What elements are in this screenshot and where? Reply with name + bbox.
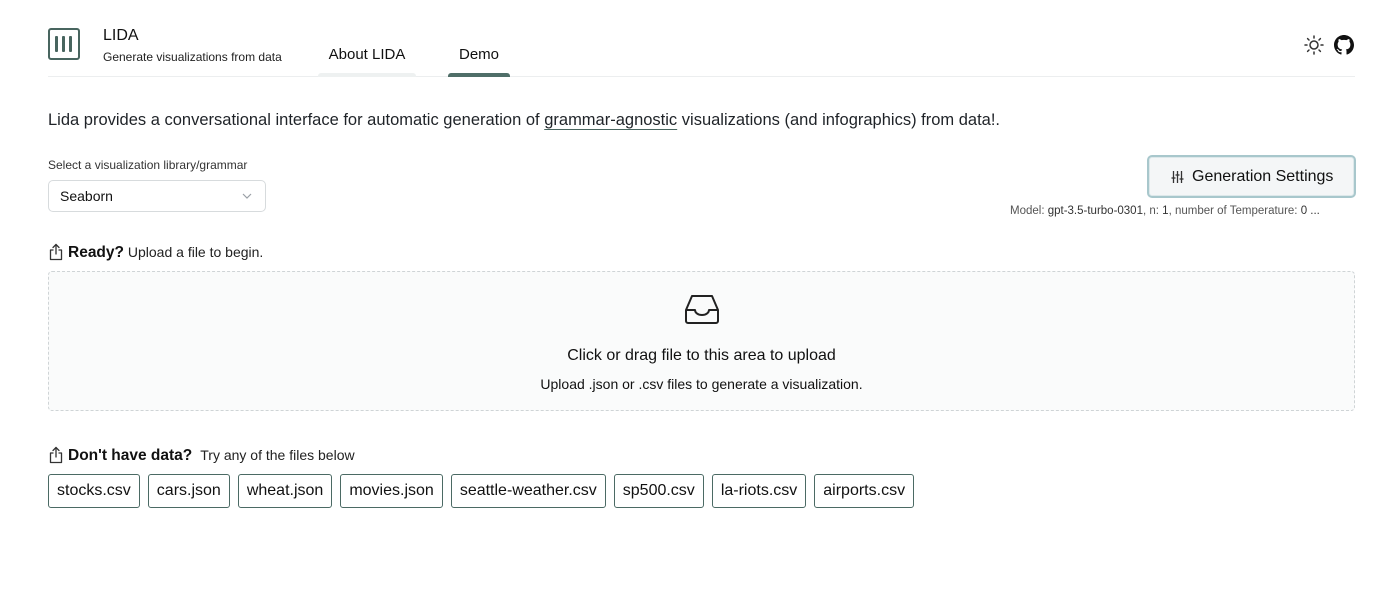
dropzone-main-text: Click or drag file to this area to uploa… — [567, 347, 836, 364]
tab-demo[interactable]: Demo — [448, 46, 510, 77]
sample-files-list: stocks.csv cars.json wheat.json movies.j… — [48, 474, 915, 508]
temperature-value: 0 ... — [1300, 205, 1320, 217]
ready-strong: Ready? — [68, 244, 124, 261]
tab-label: About LIDA — [328, 46, 406, 63]
n-prefix: , n: — [1142, 205, 1163, 217]
sample-data-strong: Don't have data? — [68, 447, 193, 464]
generation-settings-label: Generation Settings — [1192, 168, 1334, 185]
sun-icon[interactable] — [1304, 35, 1324, 55]
library-select[interactable]: Seaborn — [48, 180, 266, 212]
sample-file-wheat[interactable]: wheat.json — [237, 474, 333, 508]
ready-text: Upload a file to begin. — [124, 244, 264, 260]
sample-file-sp500[interactable]: sp500.csv — [613, 474, 704, 508]
sample-file-stocks[interactable]: stocks.csv — [48, 474, 140, 508]
sliders-icon — [1171, 171, 1184, 183]
upload-share-icon — [49, 243, 63, 261]
model-prefix: Model: — [1010, 205, 1048, 217]
sample-file-la-riots[interactable]: la-riots.csv — [711, 474, 807, 508]
library-select-label: Select a visualization library/grammar — [48, 158, 248, 172]
tab-underline — [318, 73, 416, 77]
library-select-value: Seaborn — [60, 188, 113, 204]
ready-heading: Ready? Upload a file to begin. — [48, 243, 263, 262]
sample-file-cars[interactable]: cars.json — [147, 474, 230, 508]
share-icon — [49, 446, 63, 464]
model-settings-summary: Model: gpt-3.5-turbo-0301, n: 1, number … — [1010, 205, 1356, 217]
generation-settings-button[interactable]: Generation Settings — [1147, 155, 1356, 198]
chevron-down-icon — [242, 193, 252, 199]
inbox-icon — [685, 295, 719, 324]
dropzone-hint-text: Upload .json or .csv files to generate a… — [540, 376, 863, 392]
logo-bars-icon[interactable] — [48, 28, 80, 60]
model-value: gpt-3.5-turbo-0301 — [1047, 205, 1143, 217]
sample-file-seattle-weather[interactable]: seattle-weather.csv — [450, 474, 606, 508]
intro-text: Lida provides a conversational interface… — [48, 111, 1000, 130]
sample-data-text: Try any of the files below — [200, 447, 355, 463]
intro-after: visualizations (and infographics) from d… — [677, 111, 1001, 129]
active-tab-underline — [448, 73, 510, 77]
sample-data-heading: Don't have data? Try any of the files bel… — [48, 446, 355, 465]
app-title: LIDA — [103, 27, 139, 44]
grammar-agnostic-link[interactable]: grammar-agnostic — [544, 111, 677, 129]
app-subtitle: Generate visualizations from data — [103, 50, 282, 64]
header: LIDA Generate visualizations from data A… — [48, 0, 1355, 77]
tab-about-lida[interactable]: About LIDA — [318, 46, 416, 77]
github-icon[interactable] — [1334, 35, 1354, 55]
upload-dropzone[interactable]: Click or drag file to this area to uploa… — [48, 271, 1355, 411]
intro-before: Lida provides a conversational interface… — [48, 111, 545, 129]
temperature-prefix: , number of Temperature: — [1168, 205, 1301, 217]
sample-file-airports[interactable]: airports.csv — [814, 474, 915, 508]
tab-label: Demo — [458, 46, 499, 63]
sample-file-movies[interactable]: movies.json — [340, 474, 443, 508]
